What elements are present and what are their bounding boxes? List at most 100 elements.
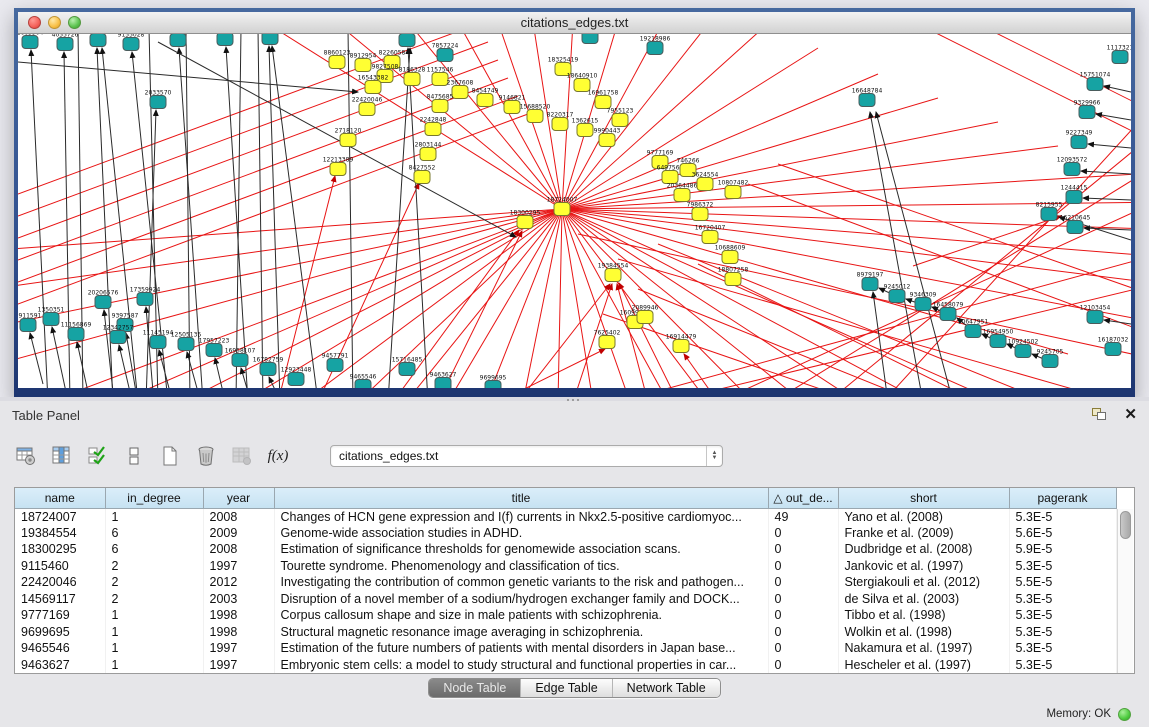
svg-text:1157546: 1157546 bbox=[427, 67, 454, 74]
svg-text:12213389: 12213389 bbox=[323, 157, 354, 164]
function-builder-icon[interactable]: f(x) bbox=[266, 444, 290, 468]
svg-text:20206576: 20206576 bbox=[88, 290, 119, 297]
column-header[interactable]: in_degree bbox=[105, 488, 203, 508]
graph-node[interactable]: 7857224 bbox=[432, 43, 459, 62]
graph-node[interactable]: 5328702 bbox=[212, 34, 239, 46]
row-selection-icon[interactable] bbox=[86, 444, 110, 468]
graph-node[interactable]: 16961758 bbox=[588, 90, 619, 109]
graph-node[interactable]: 2718120 bbox=[335, 128, 362, 147]
column-header[interactable]: pagerank bbox=[1009, 488, 1116, 508]
table-row[interactable]: 977716911998Corpus callosum shape and si… bbox=[15, 607, 1116, 624]
table-scrollbar[interactable] bbox=[1117, 509, 1133, 673]
column-header[interactable]: name bbox=[15, 488, 105, 508]
graph-node[interactable]: 16033809 bbox=[392, 34, 423, 47]
float-panel-icon[interactable] bbox=[1092, 408, 1108, 422]
table-settings-icon[interactable] bbox=[14, 444, 38, 468]
graph-node[interactable]: 9155028 bbox=[118, 34, 145, 51]
network-select[interactable]: citations_edges.txt ▲▼ bbox=[330, 445, 723, 467]
graph-node[interactable]: 12505135 bbox=[171, 332, 202, 351]
table-row[interactable]: 969969511998Structural magnetic resonanc… bbox=[15, 624, 1116, 641]
table-row[interactable]: 1872400712008Changes of HCN gene express… bbox=[15, 508, 1116, 525]
graph-node[interactable]: 16648784 bbox=[852, 88, 883, 107]
graph-node[interactable]: 16914479 bbox=[666, 334, 697, 353]
graph-node[interactable]: 3911591 bbox=[18, 313, 42, 332]
tab-node-table[interactable]: Node Table bbox=[429, 679, 520, 697]
graph-node[interactable]: 12093572 bbox=[1057, 157, 1088, 176]
table-row[interactable]: 946362711997Embryonic stem cells: a mode… bbox=[15, 657, 1116, 674]
graph-node[interactable]: 9699695 bbox=[480, 375, 507, 389]
memory-status-label: Memory: OK bbox=[1046, 708, 1111, 720]
graph-node[interactable]: 8979197 bbox=[857, 272, 884, 291]
graph-node[interactable]: 4055726 bbox=[52, 34, 79, 51]
graph-node[interactable]: 9463627 bbox=[430, 372, 457, 389]
graph-node[interactable]: 8215955 bbox=[1036, 202, 1063, 221]
table-row[interactable]: 1830029562008Estimation of significance … bbox=[15, 541, 1116, 558]
graph-node[interactable]: 9465546 bbox=[350, 374, 377, 389]
graph-node[interactable]: 12213389 bbox=[323, 157, 354, 176]
graph-node[interactable]: 2803144 bbox=[415, 142, 442, 161]
graph-node[interactable]: 1665904 bbox=[18, 34, 44, 49]
graph-node[interactable]: 7513507 bbox=[165, 34, 192, 47]
column-visibility-icon[interactable] bbox=[50, 444, 74, 468]
graph-edge bbox=[258, 34, 263, 388]
column-header[interactable]: title bbox=[274, 488, 768, 508]
new-document-icon[interactable] bbox=[158, 444, 182, 468]
table-header-row[interactable]: namein_degreeyeartitle△ out_de...shortpa… bbox=[15, 488, 1116, 508]
graph-node[interactable]: 16210645 bbox=[1060, 215, 1091, 234]
svg-text:7955123: 7955123 bbox=[607, 108, 634, 115]
svg-text:9245012: 9245012 bbox=[884, 284, 911, 291]
graph-node[interactable]: 9329966 bbox=[1074, 100, 1101, 119]
network-canvas[interactable]: 1872400718300295193845548860123891295482… bbox=[18, 34, 1131, 388]
graph-node[interactable]: 20691406 bbox=[83, 34, 114, 47]
graph-node[interactable]: 2033570 bbox=[145, 90, 172, 109]
column-header[interactable]: year bbox=[203, 488, 274, 508]
svg-text:7625402: 7625402 bbox=[594, 330, 621, 337]
graph-node[interactable]: 7986372 bbox=[687, 202, 714, 221]
scrollbar-thumb[interactable] bbox=[1120, 511, 1131, 539]
network-window-titlebar[interactable]: citations_edges.txt bbox=[18, 12, 1131, 34]
graph-edge bbox=[119, 345, 130, 388]
graph-node[interactable]: 16958107 bbox=[225, 348, 256, 367]
svg-text:9990443: 9990443 bbox=[594, 128, 621, 135]
graph-node[interactable]: 20206576 bbox=[88, 290, 119, 309]
graph-edge bbox=[918, 34, 1131, 154]
tab-network-table[interactable]: Network Table bbox=[612, 679, 720, 697]
svg-text:16543382: 16543382 bbox=[358, 75, 389, 82]
graph-node[interactable]: 8860123 bbox=[324, 50, 351, 69]
close-window-button[interactable] bbox=[28, 16, 41, 29]
graph-node[interactable]: 8813054 bbox=[577, 34, 604, 44]
svg-text:8427552: 8427552 bbox=[409, 165, 436, 172]
column-header[interactable]: short bbox=[838, 488, 1009, 508]
graph-node[interactable]: 1244415 bbox=[1061, 185, 1088, 204]
graph-node[interactable]: 2242848 bbox=[420, 117, 447, 136]
tab-edge-table[interactable]: Edge Table bbox=[520, 679, 611, 697]
graph-node[interactable]: 1117321 bbox=[1107, 45, 1131, 64]
maximize-window-button[interactable] bbox=[68, 16, 81, 29]
delete-icon[interactable] bbox=[194, 444, 218, 468]
svg-text:2089946: 2089946 bbox=[632, 305, 659, 312]
graph-node[interactable]: 19218986 bbox=[640, 36, 671, 55]
minimize-window-button[interactable] bbox=[48, 16, 61, 29]
graph-node[interactable]: 11156869 bbox=[61, 322, 92, 341]
graph-node[interactable]: 8186328 bbox=[399, 67, 426, 86]
svg-text:7986372: 7986372 bbox=[687, 202, 714, 209]
graph-node[interactable]: 8220317 bbox=[547, 112, 574, 131]
combo-stepper-icon[interactable]: ▲▼ bbox=[706, 446, 722, 466]
graph-node[interactable]: 16720407 bbox=[695, 225, 726, 244]
rows-icon[interactable] bbox=[122, 444, 146, 468]
svg-text:16954950: 16954950 bbox=[983, 329, 1014, 336]
table-row[interactable]: 1456911722003Disruption of a novel membe… bbox=[15, 591, 1116, 608]
column-header[interactable]: △ out_de... bbox=[768, 488, 838, 508]
graph-node[interactable]: 9152006 bbox=[257, 34, 284, 45]
graph-node[interactable]: 11145194 bbox=[143, 330, 174, 349]
graph-node[interactable]: 8475685 bbox=[427, 94, 454, 113]
graph-node[interactable]: 16543382 bbox=[358, 75, 389, 94]
table-row[interactable]: 911546021997Tourette syndrome. Phenomeno… bbox=[15, 558, 1116, 575]
graph-node[interactable]: 7625402 bbox=[594, 330, 621, 349]
table-row[interactable]: 1938455462009Genome-wide association stu… bbox=[15, 525, 1116, 542]
close-panel-icon[interactable]: ✕ bbox=[1124, 408, 1137, 422]
graph-node[interactable]: 9227349 bbox=[1066, 130, 1093, 149]
table-row[interactable]: 946554611997Estimation of the future num… bbox=[15, 640, 1116, 657]
graph-node[interactable]: 9457791 bbox=[322, 353, 349, 372]
table-row[interactable]: 2242004622012Investigating the contribut… bbox=[15, 574, 1116, 591]
